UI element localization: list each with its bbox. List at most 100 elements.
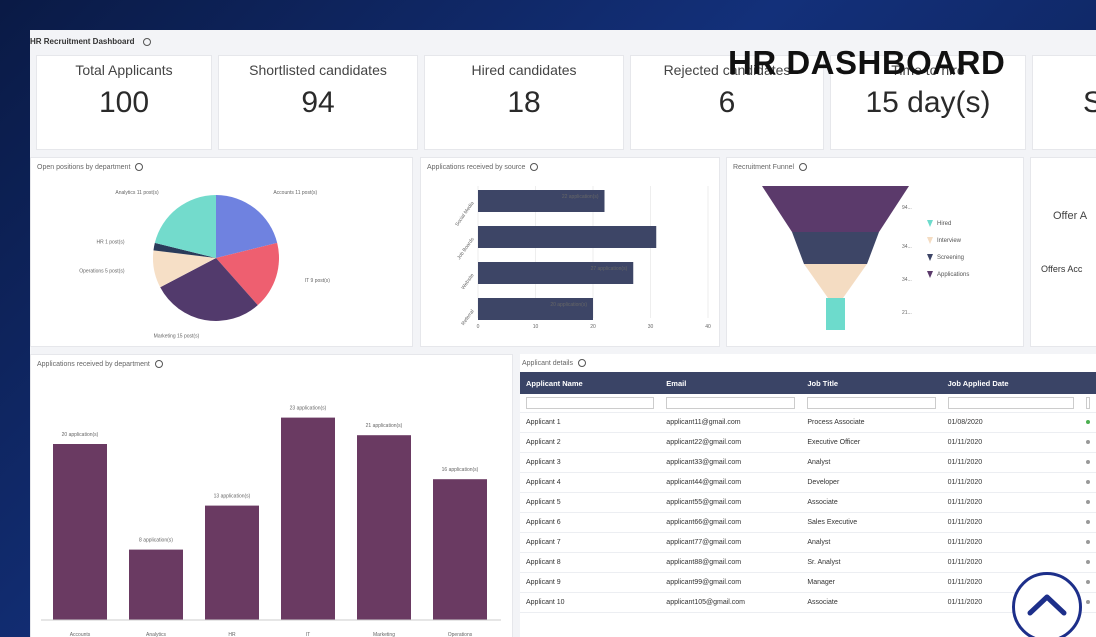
- table-row[interactable]: Applicant 2 applicant22@gmail.com Executiv…: [520, 432, 1096, 453]
- table-row[interactable]: Applicant 8 applicant88@gmail.com Sr. Anal…: [520, 552, 1096, 573]
- scroll-to-top-button[interactable]: [1012, 572, 1082, 637]
- info-icon[interactable]: [142, 37, 151, 46]
- table-cell: applicant55@gmail.com: [660, 492, 802, 513]
- category-label: Operations: [448, 632, 473, 637]
- table-cell: Applicant 9: [520, 572, 661, 593]
- funnel-value-label: 94...: [902, 205, 912, 211]
- dept-bar: [205, 505, 259, 620]
- table-cell: applicant44@gmail.com: [660, 472, 802, 493]
- table-cell: Applicant 8: [520, 552, 661, 573]
- table-row[interactable]: Applicant 7 applicant77@gmail.com Analyst 0…: [520, 532, 1096, 553]
- table-cell: applicant22@gmail.com: [660, 432, 802, 453]
- table-row[interactable]: Applicant 6 applicant66@gmail.com Sales Ex…: [520, 512, 1096, 533]
- status-dot-icon: [1085, 539, 1090, 544]
- status-cell: [1079, 432, 1096, 453]
- table-cell: Developer: [801, 472, 942, 493]
- table-cell: 01/08/2020: [941, 412, 1080, 433]
- table-cell: applicant11@gmail.com: [660, 412, 802, 433]
- column-header[interactable]: Job Title: [801, 372, 942, 394]
- legend-screening[interactable]: Screening: [927, 254, 964, 261]
- table-row[interactable]: Applicant 4 applicant44@gmail.com Develope…: [520, 472, 1096, 493]
- category-label: Accounts: [70, 632, 91, 637]
- table-cell: applicant88@gmail.com: [660, 552, 802, 573]
- table-row[interactable]: Applicant 9 applicant99@gmail.com Manager 0…: [520, 572, 1096, 593]
- filter-cell: [1079, 394, 1096, 413]
- table-cell: Associate: [801, 492, 942, 513]
- category-label: Job Boards: [456, 236, 476, 261]
- table-cell: Sr. Analyst: [801, 552, 942, 573]
- table-cell: Sales Executive: [801, 512, 942, 533]
- filter-input[interactable]: [1085, 396, 1090, 409]
- legend-hired[interactable]: Hired: [927, 220, 951, 227]
- x-tick-label: 20: [590, 324, 596, 330]
- data-label: 21 application(s): [366, 423, 403, 429]
- x-tick-label: 30: [648, 324, 654, 330]
- info-icon[interactable]: [577, 359, 586, 367]
- column-header-extra[interactable]: [1079, 372, 1096, 394]
- kpi-value: 18: [507, 86, 541, 119]
- table-header-row: Applicant Name Email Job Title Job Appli…: [520, 372, 1096, 394]
- applicant-details-card: Applicant details Applicant Name Email J…: [520, 354, 1096, 637]
- kpi-label: Hired candidates: [471, 62, 577, 78]
- filter-input[interactable]: [807, 396, 936, 409]
- status-cell: [1079, 412, 1096, 433]
- data-label: 16 application(s): [442, 467, 479, 473]
- table-cell: Applicant 10: [520, 592, 661, 613]
- table-cell: 01/11/2020: [941, 512, 1080, 533]
- legend-funnel-icon: [927, 271, 933, 278]
- kpi-value: 15 day(s): [865, 86, 991, 119]
- status-cell: [1079, 572, 1096, 593]
- applicant-table: Applicant Name Email Job Title Job Appli…: [520, 372, 1096, 613]
- status-cell: [1079, 492, 1096, 513]
- table-cell: Applicant 7: [520, 532, 661, 553]
- dept-bar: [357, 435, 411, 620]
- data-label: 22 application(s): [562, 194, 599, 200]
- column-header[interactable]: Job Applied Date: [941, 372, 1080, 394]
- category-label: HR: [228, 632, 236, 637]
- table-cell: Applicant 2: [520, 432, 661, 453]
- filter-cell: [520, 394, 661, 413]
- table-row[interactable]: Applicant 10 applicant105@gmail.com Associ…: [520, 592, 1096, 613]
- table-cell: 01/11/2020: [941, 432, 1080, 453]
- table-cell: Applicant 3: [520, 452, 661, 473]
- filter-cell: [660, 394, 802, 413]
- table-row[interactable]: Applicant 3 applicant33@gmail.com Analyst 0…: [520, 452, 1096, 473]
- table-cell: Applicant 4: [520, 472, 661, 493]
- table-cell: 01/11/2020: [941, 452, 1080, 473]
- pie-label: HR 1 post(s): [96, 239, 124, 245]
- x-tick-label: 0: [477, 324, 480, 330]
- filter-input[interactable]: [666, 396, 796, 409]
- applicant-table-wrap: Applicant Name Email Job Title Job Appli…: [520, 372, 1096, 613]
- x-tick-label: 10: [533, 324, 539, 330]
- column-header[interactable]: Email: [660, 372, 802, 394]
- legend-applications[interactable]: Applications: [927, 271, 969, 278]
- data-label: 20 application(s): [550, 302, 587, 308]
- filter-input[interactable]: [526, 396, 655, 409]
- table-cell: 01/11/2020: [941, 472, 1080, 493]
- table-row[interactable]: Applicant 1 applicant11@gmail.com Process …: [520, 412, 1096, 433]
- source-bar: [478, 226, 657, 248]
- dept-chart-card: Applications received by department 20 a…: [30, 354, 513, 637]
- filter-row: [520, 394, 1096, 413]
- column-header[interactable]: Applicant Name: [520, 372, 661, 394]
- table-cell: Executive Officer: [801, 432, 942, 453]
- status-dot-icon: [1085, 479, 1090, 484]
- status-cell: [1079, 552, 1096, 573]
- table-cell: Analyst: [801, 532, 942, 553]
- table-cell: Process Associate: [801, 412, 942, 433]
- legend-funnel-icon: [927, 254, 933, 261]
- filter-input[interactable]: [947, 396, 1074, 409]
- legend-label: Interview: [937, 238, 962, 245]
- legend-funnel-icon: [927, 220, 933, 227]
- kpi-value: 6: [718, 86, 736, 119]
- legend-funnel-icon: [927, 237, 933, 244]
- legend-interview[interactable]: Interview: [927, 237, 961, 244]
- table-cell: 01/11/2020: [941, 532, 1080, 553]
- legend-label: Hired: [937, 221, 952, 228]
- table-row[interactable]: Applicant 5 applicant55@gmail.com Associat…: [520, 492, 1096, 513]
- table-cell: Applicant 1: [520, 412, 661, 433]
- pie-label: Marketing 15 post(s): [154, 334, 200, 340]
- section-title: Applicant details: [522, 359, 586, 367]
- data-label: 20 application(s): [62, 432, 99, 438]
- table-cell: Analyst: [801, 452, 942, 473]
